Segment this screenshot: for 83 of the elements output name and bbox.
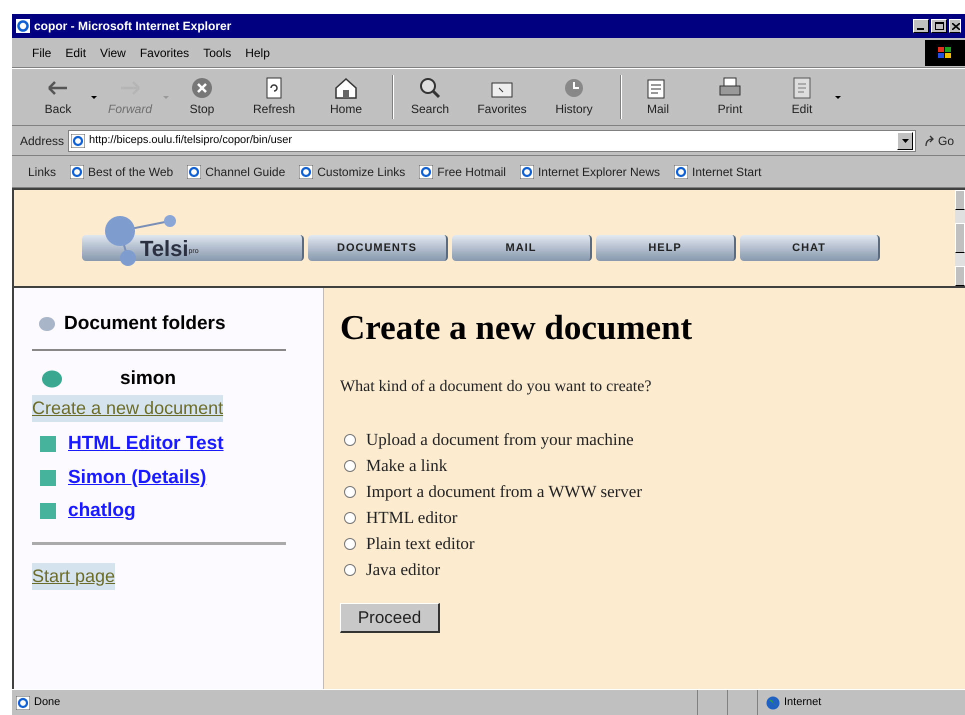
folder-square-icon — [40, 470, 56, 486]
toolbar-button[interactable]: Edit — [776, 76, 828, 118]
user-name: simon — [120, 366, 176, 390]
toolbar-button[interactable]: Back — [32, 76, 84, 118]
radio-button[interactable] — [344, 564, 356, 576]
zone-text: Internet — [784, 695, 822, 710]
link-button[interactable]: Internet Start — [674, 162, 762, 180]
nav-button[interactable]: HELP — [596, 235, 736, 261]
page-icon — [187, 164, 202, 178]
link-button[interactable]: Internet Explorer News — [520, 162, 660, 180]
status-text: Done — [34, 695, 60, 710]
folder-square-icon — [40, 503, 56, 520]
page-icon — [520, 164, 534, 178]
radio-button[interactable] — [344, 460, 356, 472]
page-icon — [70, 164, 84, 178]
menu-item[interactable]: View — [100, 44, 126, 62]
bullet-icon — [38, 316, 56, 332]
toolbar-button[interactable]: Home — [320, 76, 372, 118]
start-page-link[interactable]: Start page — [32, 562, 116, 590]
page-icon — [419, 164, 434, 178]
house-icon — [333, 76, 359, 100]
document-link[interactable]: Simon (Details) — [68, 464, 206, 492]
windows-logo-icon — [925, 40, 965, 66]
folders-title: Document folders — [64, 312, 226, 336]
caret-icon[interactable] — [91, 96, 97, 98]
folder-square-icon — [40, 436, 56, 452]
link-button[interactable]: Free Hotmail — [419, 162, 506, 180]
menu-item[interactable]: Favorites — [140, 44, 190, 62]
radio-button[interactable] — [344, 486, 356, 498]
radio-option[interactable]: Make a link — [344, 453, 965, 479]
address-field[interactable]: http://biceps.oulu.fi/telsipro/copor/bin/user — [68, 130, 916, 152]
toolbar-button[interactable]: Print — [704, 76, 756, 118]
caret-icon — [902, 138, 909, 142]
document-link[interactable]: chatlog — [68, 497, 136, 526]
go-arrow-icon — [924, 134, 936, 146]
links-label: Links — [28, 164, 56, 180]
nav-button[interactable]: CHAT — [740, 235, 880, 261]
caret-icon[interactable] — [835, 96, 841, 98]
menu-item[interactable]: Help — [245, 44, 270, 62]
create-document-link[interactable]: Create a new document — [32, 395, 224, 422]
radio-option[interactable]: Plain text editor — [344, 531, 965, 557]
toolbar-button[interactable]: Search — [404, 76, 456, 118]
page-icon — [71, 134, 86, 148]
menu-item[interactable]: Edit — [65, 44, 86, 62]
maximize-button[interactable] — [931, 19, 947, 33]
magnifier-icon — [417, 76, 443, 100]
menu-item[interactable]: File — [32, 44, 52, 62]
question-text: What kind of a document do you want to create? — [340, 377, 652, 397]
radio-option[interactable]: Import a document from a WWW server — [344, 479, 965, 505]
go-button[interactable]: Go — [924, 132, 954, 150]
link-button[interactable]: Channel Guide — [187, 162, 286, 180]
radio-option[interactable]: Upload a document from your machine — [344, 427, 965, 453]
address-label: Address — [20, 132, 64, 150]
page-icon — [299, 164, 314, 178]
user-bullet-icon — [42, 370, 62, 388]
minimize-button[interactable] — [913, 19, 929, 33]
logo-text: Telsi — [140, 234, 189, 262]
radio-button[interactable] — [344, 538, 356, 550]
radio-button[interactable] — [344, 512, 356, 524]
radio-button[interactable] — [344, 434, 356, 446]
link-button[interactable]: Customize Links — [299, 162, 406, 180]
document-link[interactable]: HTML Editor Test — [68, 430, 224, 458]
dropdown-button[interactable] — [897, 132, 914, 150]
globe-icon — [766, 696, 780, 710]
toolbar-button[interactable]: Mail — [632, 76, 684, 118]
page-icon — [674, 164, 688, 178]
link-button[interactable]: Best of the Web — [70, 162, 174, 180]
browser-icon — [16, 19, 30, 33]
toolbar-button[interactable]: History — [548, 76, 600, 118]
menu-item[interactable]: Tools — [203, 44, 232, 62]
nav-button[interactable]: MAIL — [452, 235, 592, 261]
close-button[interactable] — [949, 19, 961, 33]
nav-button[interactable]: DOCUMENTS — [308, 235, 448, 261]
toolbar-button[interactable]: Refresh — [248, 76, 300, 118]
page-heading: Create a new document — [340, 310, 694, 345]
stop-icon — [189, 76, 215, 100]
proceed-button[interactable]: Proceed — [340, 603, 440, 633]
toolbar-button[interactable]: Stop — [176, 76, 228, 118]
radio-option[interactable]: HTML editor — [344, 505, 965, 531]
radio-option[interactable]: Java editor — [344, 557, 965, 583]
toolbar-button[interactable]: Favorites — [476, 76, 528, 118]
page-icon — [16, 696, 30, 710]
window-title: copor - Microsoft Internet Explorer — [34, 18, 232, 35]
